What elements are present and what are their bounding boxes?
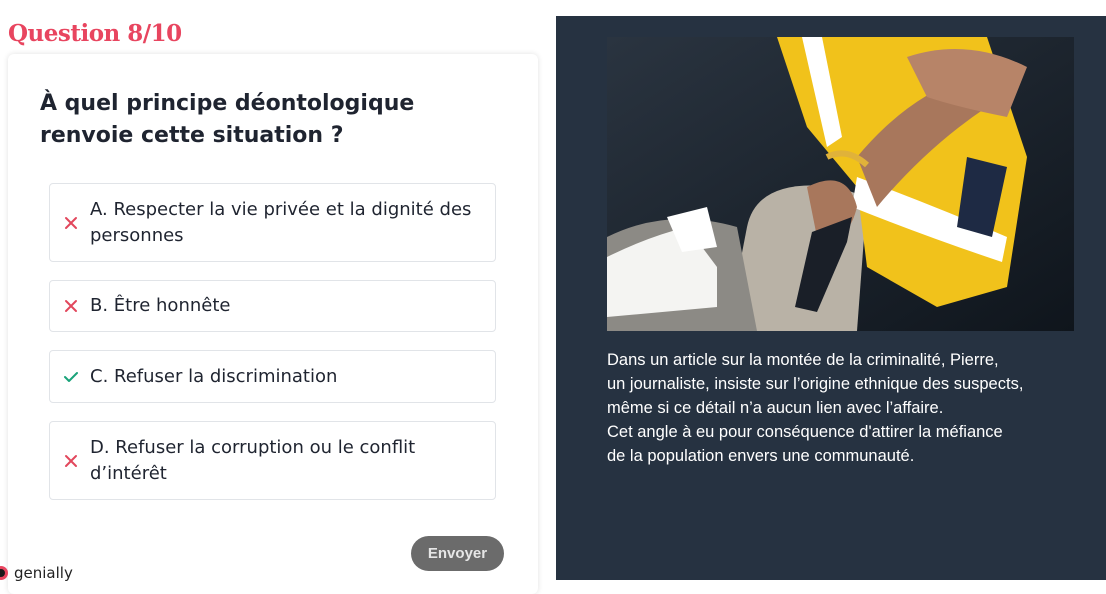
answer-option-a[interactable]: A. Respecter la vie privée et la dignité… (49, 183, 496, 262)
answer-label: A. Respecter la vie privée et la dignité… (90, 198, 472, 246)
cross-icon (62, 299, 80, 313)
submit-button[interactable]: Envoyer (411, 536, 504, 571)
answer-label: C. Refuser la discrimination (90, 365, 338, 387)
answer-option-b[interactable]: B. Être honnête (49, 280, 496, 332)
checkmark-icon (62, 370, 80, 384)
description-line: même si ce détail n’a aucun lien avec l’… (607, 399, 944, 417)
question-text: À quel principe déontologique renvoie ce… (40, 91, 415, 148)
situation-description: Dans un article sur la montée de la crim… (607, 348, 1087, 468)
context-panel: Dans un article sur la montée de la crim… (556, 16, 1106, 580)
description-line: un journaliste, insiste sur l’origine et… (607, 375, 1024, 393)
situation-photo (607, 37, 1074, 331)
description-line: de la population envers une communauté. (607, 447, 915, 465)
cross-icon (62, 454, 80, 468)
quiz-panel: Question 8/10 À quel principe déontologi… (0, 0, 556, 594)
genially-badge[interactable]: genially (0, 563, 73, 583)
answer-label: B. Être honnête (90, 295, 231, 316)
answer-option-d[interactable]: D. Refuser la corruption ou le conflit d… (49, 421, 496, 500)
answer-option-c[interactable]: C. Refuser la discrimination (49, 350, 496, 403)
description-line: Dans un article sur la montée de la crim… (607, 351, 999, 369)
genially-logo-text: genially (14, 564, 73, 582)
question-counter: Question 8/10 (8, 20, 182, 47)
description-line: Cet angle à eu pour conséquence d'attire… (607, 423, 1003, 441)
cross-icon (62, 216, 80, 230)
genially-logo-icon (0, 566, 8, 580)
answer-label: D. Refuser la corruption ou le conflit d… (90, 436, 416, 484)
